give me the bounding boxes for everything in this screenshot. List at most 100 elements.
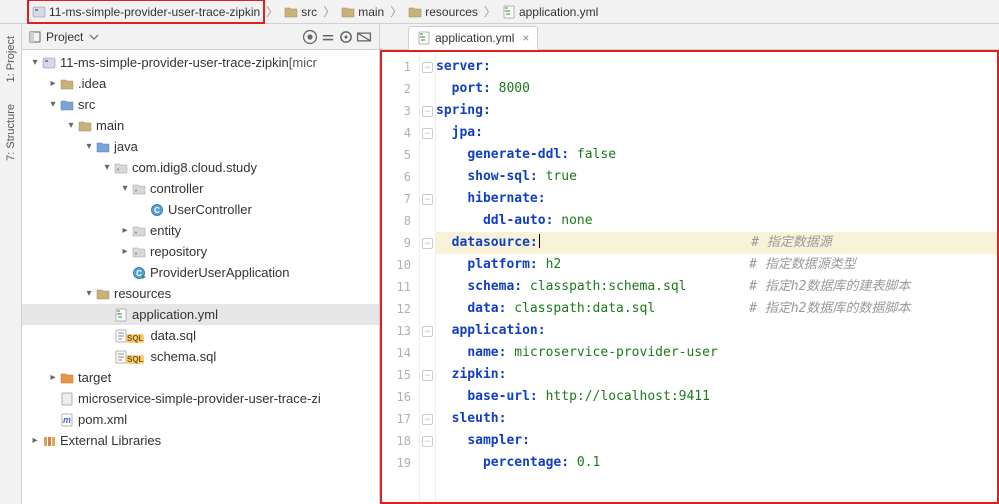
fold-marker xyxy=(420,452,435,474)
project-panel-header: Project xyxy=(22,24,379,50)
fold-marker[interactable]: − xyxy=(420,408,435,430)
chevron-down-icon[interactable] xyxy=(87,30,101,44)
code-line[interactable]: data: classpath:data.sql # 指定h2数据库的数据脚本 xyxy=(436,298,999,320)
tree-item[interactable]: ▾resources xyxy=(22,283,379,304)
resources-folder-icon xyxy=(408,5,422,19)
tree-expand-icon[interactable]: ▾ xyxy=(28,57,42,68)
tree-item[interactable]: application.yml xyxy=(22,304,379,325)
fold-marker[interactable]: − xyxy=(420,56,435,78)
line-number: 4 xyxy=(380,122,419,144)
line-number: 19 xyxy=(380,452,419,474)
breadcrumb-item[interactable]: application.yml xyxy=(498,0,602,23)
project-panel: Project ▾11-ms-simple-provider-user-trac… xyxy=(22,24,380,504)
tree-expand-icon[interactable]: ▸ xyxy=(46,372,60,383)
code-line[interactable]: sleuth: xyxy=(436,408,999,430)
tree-expand-icon[interactable]: ▾ xyxy=(46,99,60,110)
main-split: Project ▾11-ms-simple-provider-user-trac… xyxy=(22,24,999,504)
tree-item[interactable]: ▸repository xyxy=(22,241,379,262)
tree-item[interactable]: ▾11-ms-simple-provider-user-trace-zipkin… xyxy=(22,52,379,73)
collapse-all-button[interactable] xyxy=(319,28,337,46)
tree-item[interactable]: ▾ src xyxy=(22,94,379,115)
hide-panel-button[interactable] xyxy=(355,28,373,46)
fold-marker[interactable]: − xyxy=(420,320,435,342)
code-line[interactable]: name: microservice-provider-user xyxy=(436,342,999,364)
code-line[interactable]: base-url: http://localhost:9411 xyxy=(436,386,999,408)
fold-marker xyxy=(420,386,435,408)
fold-marker[interactable]: − xyxy=(420,188,435,210)
fold-column: −−−−−−−−− xyxy=(420,50,436,504)
code-line[interactable]: hibernate: xyxy=(436,188,999,210)
code-line[interactable]: jpa: xyxy=(436,122,999,144)
fold-marker[interactable]: − xyxy=(420,364,435,386)
tree-item[interactable]: ▸External Libraries xyxy=(22,430,379,451)
code-line[interactable]: ddl-auto: none xyxy=(436,210,999,232)
fold-marker[interactable]: − xyxy=(420,232,435,254)
tree-item-label: UserController xyxy=(168,202,252,217)
tree-item[interactable]: ▸ target xyxy=(22,367,379,388)
folder-icon xyxy=(60,77,74,91)
breadcrumb-item[interactable]: resources xyxy=(404,0,482,23)
code-line[interactable]: datasource: # 指定数据源 xyxy=(436,232,999,254)
code-line[interactable]: server: xyxy=(436,56,999,78)
tree-expand-icon[interactable]: ▾ xyxy=(118,183,132,194)
code-line[interactable]: spring: xyxy=(436,100,999,122)
code-line[interactable]: sampler: xyxy=(436,430,999,452)
side-tab-project[interactable]: 1: Project xyxy=(3,30,19,88)
tree-expand-icon[interactable]: ▸ xyxy=(46,78,60,89)
code-line[interactable]: application: xyxy=(436,320,999,342)
code-line[interactable]: platform: h2 # 指定数据源类型 xyxy=(436,254,999,276)
fold-marker[interactable]: − xyxy=(420,100,435,122)
tree-expand-icon[interactable]: ▾ xyxy=(100,162,114,173)
tree-expand-icon[interactable]: ▸ xyxy=(118,246,132,257)
code-area[interactable]: server: port: 8000spring: jpa: generate-… xyxy=(436,50,999,504)
tree-item[interactable]: UserController xyxy=(22,199,379,220)
code-line[interactable]: zipkin: xyxy=(436,364,999,386)
editor-body[interactable]: 12345678910111213141516171819 −−−−−−−−− … xyxy=(380,50,999,504)
tree-item[interactable]: pom.xml xyxy=(22,409,379,430)
tree-item[interactable]: SQLschema.sql xyxy=(22,346,379,367)
line-gutter: 12345678910111213141516171819 xyxy=(380,50,420,504)
code-line[interactable]: generate-ddl: false xyxy=(436,144,999,166)
breadcrumb-label: application.yml xyxy=(519,5,598,19)
tree-item[interactable]: ▸entity xyxy=(22,220,379,241)
code-line[interactable]: percentage: 0.1 xyxy=(436,452,999,474)
tree-item[interactable]: ProviderUserApplication xyxy=(22,262,379,283)
code-line[interactable]: schema: classpath:schema.sql # 指定h2数据库的建… xyxy=(436,276,999,298)
code-line[interactable]: show-sql: true xyxy=(436,166,999,188)
locate-button[interactable] xyxy=(301,28,319,46)
breadcrumb-separator: 〉 xyxy=(321,3,337,20)
tree-expand-icon[interactable]: ▸ xyxy=(28,435,42,446)
tree-item[interactable]: ▾controller xyxy=(22,178,379,199)
tree-item-label: target xyxy=(78,370,111,385)
editor-tab-application-yml[interactable]: application.yml × xyxy=(408,26,538,50)
tree-item[interactable]: ▾java xyxy=(22,136,379,157)
tree-expand-icon[interactable]: ▾ xyxy=(64,120,78,131)
module-icon xyxy=(32,5,46,19)
tree-expand-icon[interactable]: ▾ xyxy=(82,288,96,299)
tree-item-label: .idea xyxy=(78,76,106,91)
breadcrumb-item[interactable]: main xyxy=(337,0,388,23)
tree-expand-icon[interactable]: ▸ xyxy=(118,225,132,236)
tree-item[interactable]: microservice-simple-provider-user-trace-… xyxy=(22,388,379,409)
tree-item[interactable]: ▾com.idig8.cloud.study xyxy=(22,157,379,178)
tree-item-label: src xyxy=(78,97,95,112)
line-number: 12 xyxy=(380,298,419,320)
line-number: 6 xyxy=(380,166,419,188)
fold-marker[interactable]: − xyxy=(420,122,435,144)
breadcrumb-item[interactable]: 11-ms-simple-provider-user-trace-zipkin xyxy=(28,0,264,23)
yml-file-icon xyxy=(114,308,128,322)
settings-button[interactable] xyxy=(337,28,355,46)
code-line[interactable]: port: 8000 xyxy=(436,78,999,100)
maven-icon xyxy=(60,413,74,427)
editor-tab-label: application.yml xyxy=(435,31,514,45)
tree-item[interactable]: ▾main xyxy=(22,115,379,136)
tree-item[interactable]: ▸ .idea xyxy=(22,73,379,94)
project-tree[interactable]: ▾11-ms-simple-provider-user-trace-zipkin… xyxy=(22,50,379,504)
fold-marker[interactable]: − xyxy=(420,430,435,452)
tree-expand-icon[interactable]: ▾ xyxy=(82,141,96,152)
tree-item[interactable]: SQLdata.sql xyxy=(22,325,379,346)
line-number: 15 xyxy=(380,364,419,386)
side-tab-structure[interactable]: 7: Structure xyxy=(3,98,19,167)
breadcrumb-item[interactable]: src xyxy=(280,0,321,23)
close-icon[interactable]: × xyxy=(522,31,529,45)
